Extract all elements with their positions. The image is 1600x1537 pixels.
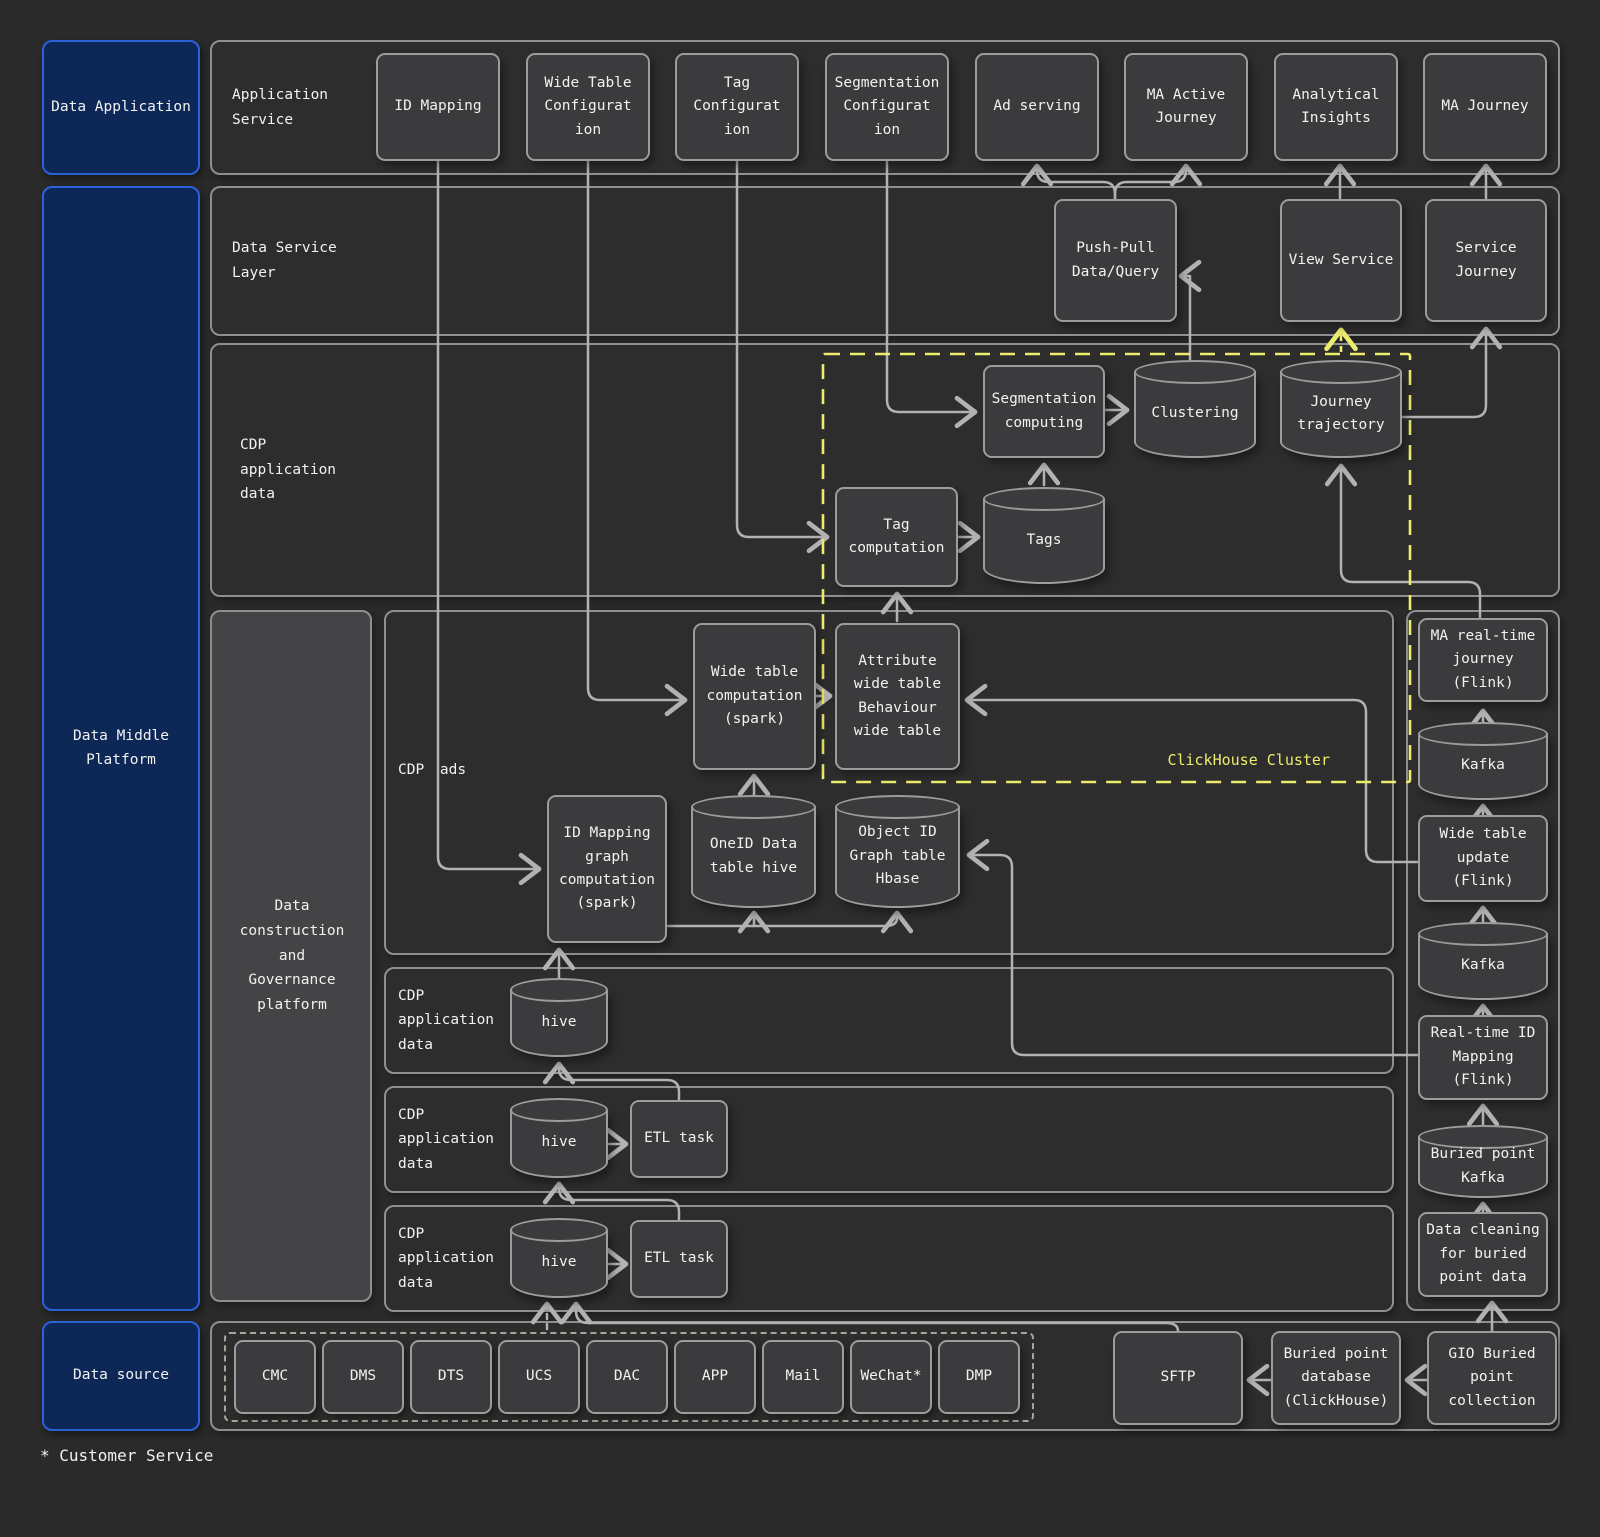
label-application-service: Application Service [232,40,382,175]
hive-a-label: hive [542,1011,577,1034]
node-ucs: UCS [498,1340,580,1414]
node-service-journey: Service Journey [1425,199,1547,322]
node-buried-point-database: Buried point database (ClickHouse) [1271,1331,1401,1425]
node-data-cleaning: Data cleaning for buried point data [1418,1212,1548,1297]
node-realtime-id-mapping: Real-time ID Mapping (Flink) [1418,1015,1548,1100]
node-dms: DMS [322,1340,404,1414]
label-cdp-app-row-b: CDP application data [398,1086,528,1193]
node-dmp: DMP [938,1340,1020,1414]
label-data-service-layer: Data Service Layer [232,186,382,336]
node-sftp: SFTP [1113,1331,1243,1425]
node-ma-journey: MA Journey [1423,53,1547,161]
node-wide-table-update: Wide table update (Flink) [1418,815,1548,902]
label-cdp-app-row-a: CDP application data [398,967,528,1074]
clustering-label: Clustering [1151,402,1238,425]
node-hive-c: hive [510,1230,608,1298]
node-attribute-wide-table: Attribute wide table Behaviour wide tabl… [835,623,960,770]
node-ma-active-journey: MA Active Journey [1124,53,1248,161]
label-data-construction: Data construction and Governance platfor… [236,610,348,1302]
node-etl-task-c: ETL task [630,1220,728,1298]
node-clustering-db: Clustering [1134,372,1256,458]
node-wide-table-configuration: Wide Table Configurat ion [526,53,650,161]
hive-b-label: hive [542,1131,577,1154]
label-cdp-application-data: CDP application data [240,343,370,597]
node-hive-a: hive [510,990,608,1057]
node-wide-table-computation: Wide table computation (spark) [693,623,816,770]
node-app: APP [674,1340,756,1414]
node-push-pull: Push-Pull Data/Query [1054,199,1177,322]
node-mail: Mail [762,1340,844,1414]
node-ma-realtime-journey: MA real-time journey (Flink) [1418,618,1548,702]
edge-segconfig-to-segcomp [887,161,974,412]
edge-clustering-to-pushpull [1182,276,1190,362]
edge-rtidmapping-to-objectid [970,855,1418,1055]
kafka-top-label: Kafka [1461,754,1505,777]
node-oneid-data-table: OneID Data table hive [691,807,816,908]
footnote-customer-service: * Customer Service [40,1446,213,1465]
node-etl-task-b: ETL task [630,1100,728,1178]
node-view-service: View Service [1280,199,1402,322]
node-gio-collection: GIO Buried point collection [1427,1331,1557,1425]
journey-trajectory-label: Journey trajectory [1297,391,1384,438]
architecture-diagram: Data Application Data Middle Platform Da… [0,0,1600,1537]
object-id-label: Object ID Graph table Hbase [849,821,945,891]
sidebar-data-middle-platform: Data Middle Platform [42,186,200,1311]
node-segmentation-computing: Segmentation computing [983,365,1105,458]
node-id-mapping-graph: ID Mapping graph computation (spark) [547,795,667,943]
hive-c-label: hive [542,1251,577,1274]
node-cmc: CMC [234,1340,316,1414]
kafka-mid-label: Kafka [1461,954,1505,977]
node-kafka-top: Kafka [1418,734,1548,800]
node-dac: DAC [586,1340,668,1414]
edge-pushpull-to-maactive [1115,167,1186,199]
node-wechat: WeChat* [850,1340,932,1414]
sidebar-data-source: Data source [42,1321,200,1431]
node-kafka-mid: Kafka [1418,934,1548,1000]
node-ad-serving: Ad serving [975,53,1099,161]
edge-graph-to-objectid [667,914,897,926]
node-object-id-graph: Object ID Graph table Hbase [835,807,960,908]
label-clickhouse-cluster: ClickHouse Cluster [1080,751,1330,769]
edge-wtconfig-to-wtcomp [588,161,684,700]
node-tag-configuration: Tag Configurat ion [675,53,799,161]
node-segmentation-configuration: Segmentation Configurat ion [825,53,949,161]
node-dts: DTS [410,1340,492,1414]
buried-point-kafka-label: Buried point Kafka [1431,1143,1536,1190]
edge-etlc-to-hiveb [559,1185,679,1220]
node-tags-db: Tags [983,499,1105,584]
node-id-mapping-app: ID Mapping [376,53,500,161]
label-cdp-app-row-c: CDP application data [398,1205,528,1312]
node-tag-computation: Tag computation [835,487,958,587]
node-analytical-insights: Analytical Insights [1274,53,1398,161]
node-hive-b: hive [510,1110,608,1178]
oneid-label: OneID Data table hive [710,833,797,880]
node-buried-point-kafka: Buried point Kafka [1418,1137,1548,1198]
edge-trajectory-to-servicejourney [1402,330,1486,417]
edge-etlb-to-hivea [559,1065,679,1100]
label-cdp-ads: CDP ads [398,610,558,930]
sidebar-data-application: Data Application [42,40,200,175]
edge-sftp-to-hivec [576,1305,1178,1331]
tags-label: Tags [1027,529,1062,552]
edge-pushpull-to-adserving [1037,167,1115,199]
node-journey-trajectory-db: Journey trajectory [1280,372,1402,458]
edge-tagconfig-to-tagcomp [737,161,826,537]
